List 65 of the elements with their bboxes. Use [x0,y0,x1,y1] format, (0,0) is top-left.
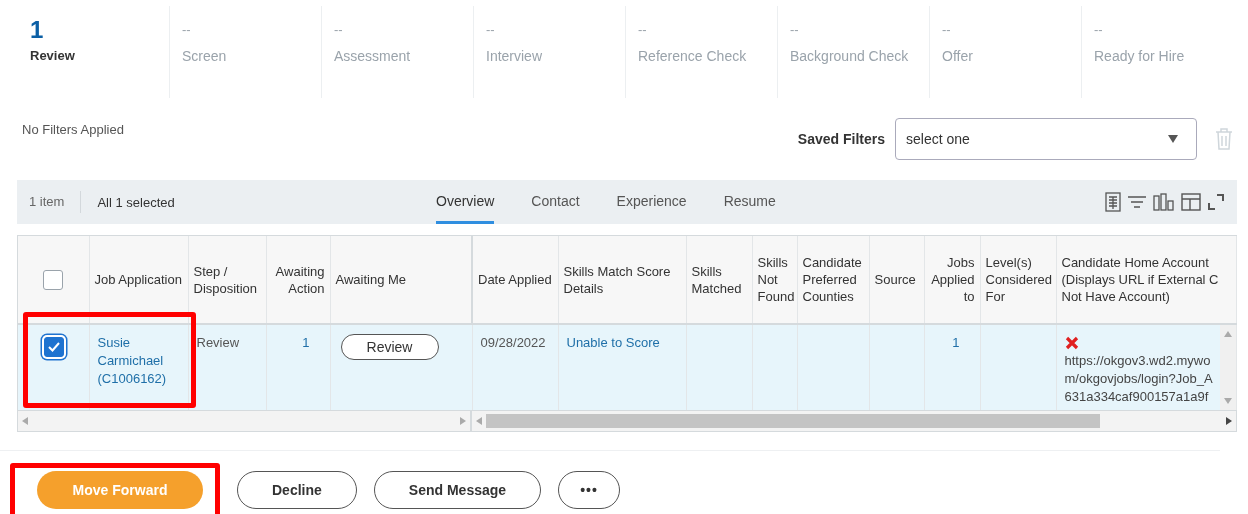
action-button[interactable]: Send Message [373,471,542,509]
table-cell: Review [196,335,240,350]
stage-count: -- [942,21,951,39]
scroll-up-icon[interactable] [1223,331,1232,337]
selection-summary: All 1 selected [97,194,175,210]
stage-count: -- [790,21,799,39]
count-link[interactable]: 1 [952,335,974,350]
stage-tab[interactable]: Assessment [334,48,411,64]
stage-tab[interactable]: Interview [486,48,543,64]
column-header: Source [874,272,916,287]
stage-tab[interactable]: Review [30,48,75,63]
stage-tab[interactable]: Background Check [790,48,909,64]
scroll-down-icon[interactable] [1223,398,1232,404]
column-header: Candidate Home Account (Displays URL if External C Not Have Account) [1061,255,1219,304]
checkbox[interactable] [43,269,64,290]
stage-tab[interactable]: Offer [942,48,973,64]
stage-count: -- [638,21,647,39]
column-header: Level(s) Considered For [985,255,1052,304]
column-header: Skills Match Score Details [563,263,671,296]
review-button[interactable]: Review [340,334,439,360]
scroll-left-icon[interactable] [22,417,28,425]
table-link[interactable]: Unable to Score [566,334,680,352]
stage-tab[interactable]: Screen [182,48,227,64]
trash-icon[interactable] [1215,127,1233,151]
spreadsheet-icon[interactable] [1105,192,1121,212]
scroll-right-icon[interactable] [1226,417,1232,425]
column-header: Step / Disposition [193,263,258,296]
stage-count: -- [1094,21,1103,39]
layout-icon[interactable] [1181,193,1201,211]
filter-icon[interactable] [1127,194,1147,210]
saved-filters-dropdown[interactable]: select one [895,118,1197,160]
stage-count: -- [182,21,191,39]
scroll-left-icon[interactable] [476,417,482,425]
stage-tab[interactable]: Reference Check [638,48,747,64]
column-header: Jobs Applied to [931,255,975,304]
cross-icon [1064,336,1079,350]
caret-icon [1168,135,1178,143]
column-header: Job Application [94,272,182,287]
stage-count: -- [486,21,495,39]
action-button[interactable]: Decline [237,471,357,509]
checkmark-icon [48,342,61,352]
account-url: https://okgov3.wd2.mywo m/okgovjobs/login?Job_A 631a334caf900157a1a9f [1064,352,1214,406]
scrollbar[interactable] [1219,325,1235,410]
column-header: Candidate Preferred Counties [802,255,862,304]
saved-filters-label: Saved Filters [797,131,885,147]
checkbox[interactable] [44,337,65,357]
bar-chart-icon[interactable] [1153,193,1175,211]
view-tab[interactable]: Contact [531,180,580,224]
column-header: Skills Not Found [757,255,795,304]
view-tab[interactable]: Resume [723,180,776,224]
filter-status: No Filters Applied [22,121,124,137]
view-tab[interactable]: Experience [616,180,687,224]
stage-count: 1 [30,16,44,44]
item-count: 1 item [29,191,82,213]
stage-count: -- [334,21,343,39]
column-header: Date Applied [478,272,552,287]
table-cell: 09/28/2022 [480,335,546,350]
stage-tab[interactable]: Ready for Hire [1094,48,1185,64]
more-button[interactable]: ••• [558,471,621,509]
count-link[interactable]: 1 [302,335,324,350]
column-header: Awaiting Me [335,272,407,287]
column-header: Awaiting Action [275,263,325,296]
view-tab[interactable]: Overview [436,180,495,224]
expand-icon[interactable] [1207,193,1225,211]
column-header: Skills Matched [691,263,742,296]
